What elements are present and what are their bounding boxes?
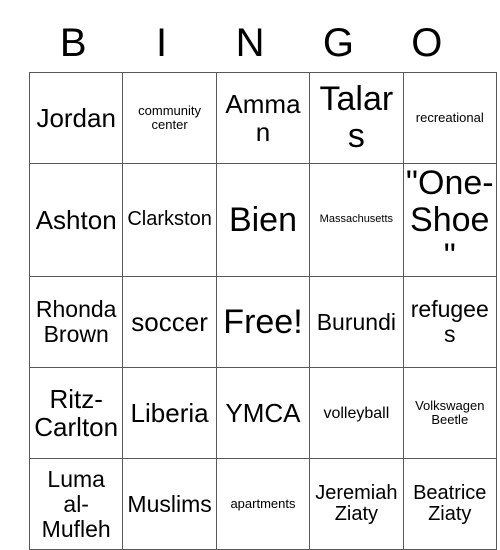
bingo-header-letter-o: O [411, 21, 443, 65]
bingo-cell-free-space[interactable]: Free! [215, 276, 311, 369]
bingo-row: Ritz-Carlton Liberia YMCA volleyball Vol… [28, 367, 497, 460]
bingo-cell[interactable]: Beatrice Ziaty [402, 458, 497, 550]
bingo-cell[interactable]: refugees [402, 276, 497, 369]
bingo-cell[interactable]: Jeremiah Ziaty [309, 458, 404, 550]
bingo-cell[interactable]: Volkswagen Beetle [402, 367, 497, 460]
bingo-cell[interactable]: Luma al-Mufleh [28, 458, 124, 550]
bingo-row: Luma al-Mufleh Muslims apartments Jeremi… [28, 458, 497, 550]
bingo-cell[interactable]: Rhonda Brown [28, 276, 124, 369]
bingo-cell[interactable]: YMCA [215, 367, 311, 460]
bingo-header-letter-n: N [235, 21, 265, 65]
bingo-cell[interactable]: recreational [402, 72, 497, 164]
bingo-card: B I N G O Jordan community center Amman … [28, 14, 497, 550]
bingo-cell[interactable]: Liberia [122, 367, 217, 460]
bingo-header-letter-g: G [322, 21, 354, 65]
bingo-cell[interactable]: Ashton [28, 162, 124, 278]
bingo-cell[interactable]: Clarkston [122, 162, 217, 278]
bingo-cell[interactable]: Muslims [122, 458, 217, 550]
bingo-cell[interactable]: volleyball [309, 367, 404, 460]
bingo-cell[interactable]: Amman [215, 72, 311, 164]
bingo-row: Jordan community center Amman Talars rec… [28, 72, 497, 164]
bingo-cell[interactable]: soccer [122, 276, 217, 369]
bingo-cell[interactable]: Ritz-Carlton [28, 367, 124, 460]
bingo-cell[interactable]: Burundi [309, 276, 404, 369]
bingo-cell[interactable]: apartments [215, 458, 311, 550]
bingo-cell[interactable]: "One-Shoe" [402, 162, 497, 278]
bingo-header-letter-i: I [156, 21, 168, 65]
bingo-grid: Jordan community center Amman Talars rec… [28, 72, 497, 550]
bingo-cell[interactable]: Jordan [28, 72, 124, 164]
bingo-header-letter-b: B [59, 21, 87, 65]
bingo-header: B I N G O [29, 14, 471, 72]
bingo-row: Rhonda Brown soccer Free! Burundi refuge… [28, 276, 497, 369]
bingo-cell[interactable]: community center [122, 72, 217, 164]
bingo-cell[interactable]: Bien [215, 162, 311, 278]
bingo-cell[interactable]: Talars [309, 72, 404, 164]
bingo-row: Ashton Clarkston Bien Massachusetts "One… [28, 162, 497, 278]
bingo-cell[interactable]: Massachusetts [309, 162, 404, 278]
